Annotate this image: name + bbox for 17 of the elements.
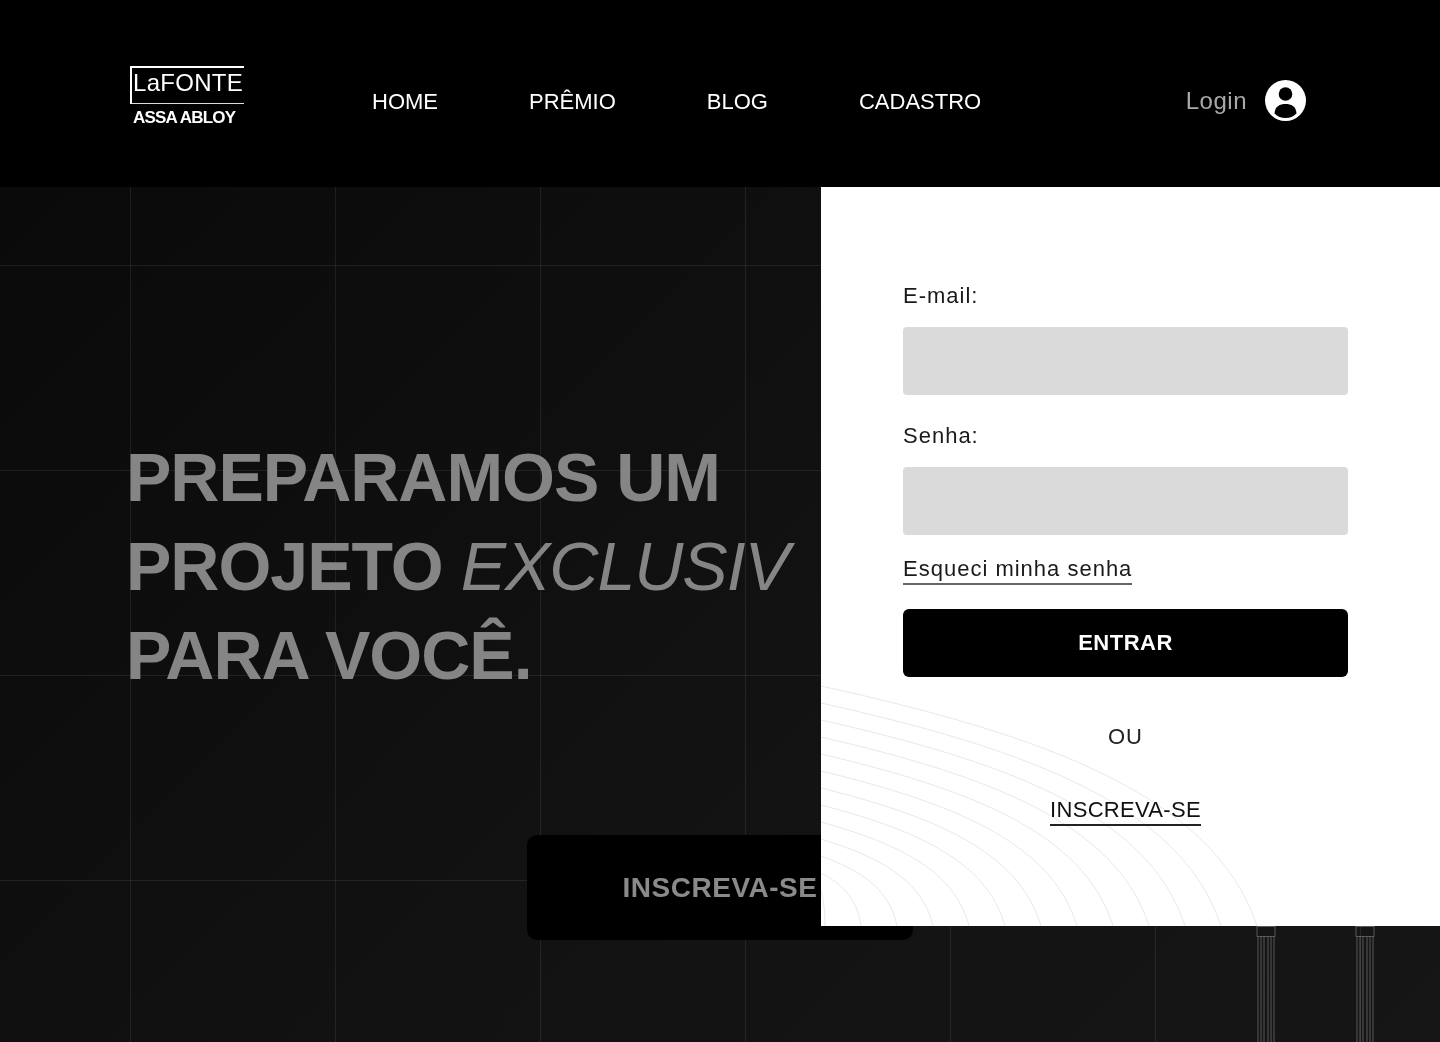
hero-heading: PREPARAMOS UM PROJETO EXCLUSIV PARA VOCÊ.	[126, 433, 799, 700]
input-field[interactable]	[903, 327, 1348, 395]
input-field[interactable]	[903, 467, 1348, 535]
nav-link[interactable]: PRÊMIO	[529, 87, 616, 117]
nav-link[interactable]: BLOG	[706, 87, 768, 117]
field-label: Senha:	[903, 422, 979, 450]
signup-link[interactable]: INSCREVA-SE	[1050, 796, 1201, 826]
field-label: E-mail:	[903, 282, 979, 310]
nav-link[interactable]: HOME	[372, 87, 438, 117]
brand-logo-wordmark[interactable]: LaFONTE	[130, 66, 244, 104]
forgot-password-link[interactable]: Esqueci minha senha	[903, 555, 1133, 585]
login-button[interactable]: ENTRAR	[903, 609, 1348, 677]
login-link[interactable]: Login	[1185, 85, 1247, 116]
nav-link[interactable]: CADASTRO	[858, 87, 982, 117]
brand-logo-tagline: ASSA ABLOY	[132, 108, 237, 128]
separator-text: OU	[1108, 723, 1143, 751]
user-icon[interactable]	[1265, 80, 1306, 121]
